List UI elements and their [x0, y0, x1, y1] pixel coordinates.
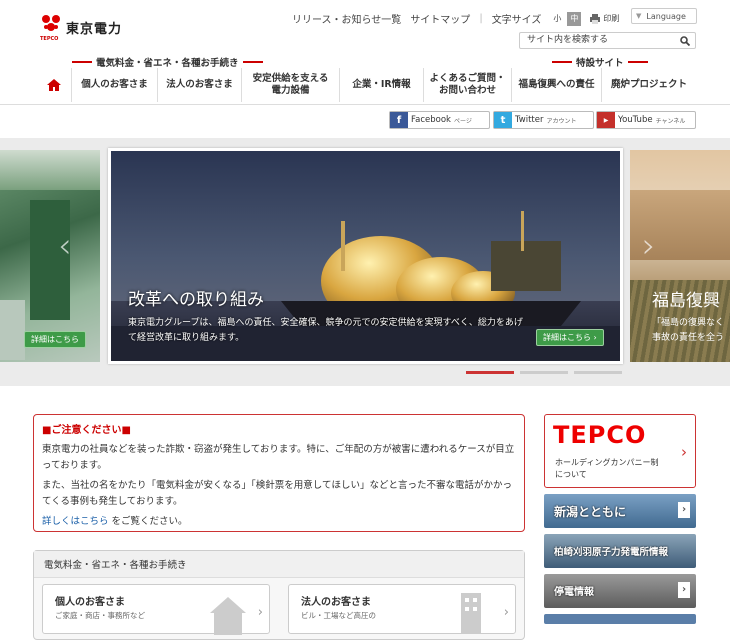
slider-dot[interactable] [466, 371, 514, 374]
print-label: 印刷 [603, 14, 620, 23]
search-icon[interactable] [680, 36, 690, 46]
home-icon [46, 79, 61, 91]
banner-label: 柏崎刈羽原子力発電所情報 [554, 547, 669, 558]
nav-fukushima[interactable]: 福島復興への責任 [512, 68, 602, 102]
twitter-label: Twitter [515, 115, 544, 125]
chevron-right-icon: › [257, 605, 263, 620]
divider: | [479, 13, 483, 24]
slide-next-title: 福島復興 [652, 291, 720, 311]
main-nav: 個人のお客さま 法人のお客さま 安定供給を支える 電力設備 企業・IR情報 よく… [36, 68, 696, 102]
notice-text: また、当社の名をかたり「電気料金が安くなる」「検針票を用意してほしい」などと言っ… [42, 480, 512, 507]
language-label: Language [646, 11, 686, 21]
nav-facilities[interactable]: 安定供給を支える 電力設備 [242, 68, 340, 102]
print-button[interactable]: 印刷 [590, 13, 619, 24]
tepco-wordmark: TEPCO [553, 421, 647, 449]
search-placeholder: サイト内を検索する [527, 35, 609, 45]
print-icon [590, 13, 601, 24]
kashiwazaki-banner[interactable]: 柏崎刈羽原子力発電所情報 [544, 534, 696, 568]
utility-links: リリース・お知らせ一覧 サイトマップ | 文字サイズ 小 中 印刷 [292, 11, 619, 26]
card-subtitle: ビル・工場など高圧の [301, 611, 376, 620]
twitter-button[interactable]: t Twitter アカウント [493, 111, 594, 129]
notice-text: 東京電力の社員などを装った詐欺・窃盗が発生しております。特に、ご年配の方が被害に… [42, 444, 515, 471]
facebook-sub: ページ [453, 117, 472, 125]
tepco-holding-banner[interactable]: TEPCO ホールディングカンパニー制 について › [544, 414, 696, 488]
youtube-icon: ▶ [597, 112, 615, 128]
building-icon [461, 593, 481, 633]
personal-customer-card[interactable]: 個人のお客さま ご家庭・商店・事務所など › [42, 584, 270, 635]
text-size-switch: 小 中 [550, 11, 582, 26]
facebook-icon: f [390, 112, 408, 128]
slide-description: 東京電力グループは、福島への責任、安全確保、競争の元での安定供給を実現すべく、総… [128, 318, 523, 343]
slider-dot[interactable] [574, 371, 622, 374]
nav-personal[interactable]: 個人のお客さま [72, 68, 158, 102]
slide-detail-button[interactable]: 詳細はこちら › [536, 329, 604, 346]
youtube-sub: チャンネル [655, 117, 686, 125]
nav-home[interactable] [36, 68, 72, 102]
facebook-label: Facebook [411, 115, 451, 125]
facebook-button[interactable]: f Facebook ページ [389, 111, 490, 129]
outage-info-banner[interactable]: 停電情報 › [544, 574, 696, 608]
chevron-left-icon[interactable]: ‹ [58, 226, 72, 266]
nav-corporate[interactable]: 法人のお客さま [158, 68, 242, 102]
house-icon [210, 597, 246, 635]
twitter-sub: アカウント [546, 117, 577, 125]
niigata-banner[interactable]: 新潟とともに › [544, 494, 696, 528]
notice-suffix: をご覧ください。 [111, 516, 188, 527]
slider-dot[interactable] [520, 371, 568, 374]
tepco-logo-icon[interactable] [40, 14, 62, 38]
chevron-right-icon[interactable]: › [642, 226, 656, 266]
nav-ir[interactable]: 企業・IR情報 [340, 68, 424, 102]
banner-label: 停電情報 [554, 587, 594, 598]
youtube-button[interactable]: ▶ YouTube チャンネル [596, 111, 696, 129]
panel-title: 電気料金・省エネ・各種お手続き [34, 551, 524, 578]
size-small-button[interactable]: 小 [550, 12, 564, 26]
category-label-services: 電気料金・省エネ・各種お手続き [68, 55, 267, 69]
nav-decommissioning[interactable]: 廃炉プロジェクト [602, 68, 696, 102]
nav-faq[interactable]: よくあるご質問・ お問い合わせ [424, 68, 512, 102]
sitemap-link[interactable]: サイトマップ [410, 11, 470, 26]
divider [0, 104, 730, 105]
card-subtitle: ご家庭・商店・事務所など [55, 611, 145, 620]
slide-title: 改革への取り組み [128, 290, 264, 310]
text-size-label: 文字サイズ [491, 15, 542, 26]
notice-box: ■ご注意ください■ 東京電力の社員などを装った詐欺・窃盗が発生しております。特に… [33, 414, 525, 532]
release-link[interactable]: リリース・お知らせ一覧 [292, 11, 401, 26]
category-label-special-sites: 特設サイト [548, 55, 652, 69]
slide-prev-detail-button[interactable]: 詳細はこちら [24, 331, 86, 348]
slider-pagination [466, 371, 622, 374]
chevron-right-icon: › [681, 443, 687, 461]
size-mid-button[interactable]: 中 [567, 11, 582, 26]
corporate-customer-card[interactable]: 法人のお客さま ビル・工場など高圧の › [288, 584, 516, 634]
banner-label: 新潟とともに [554, 505, 627, 519]
notice-title: ■ご注意ください■ [42, 425, 131, 436]
chevron-right-icon: › [503, 605, 509, 620]
tepco-banner-text: ホールディングカンパニー制 について [555, 458, 659, 479]
slide-next-description: 「福島の復興なく 事故の責任を全う [652, 318, 725, 343]
youtube-label: YouTube [618, 115, 653, 125]
brand-sub: TEPCO [40, 36, 59, 42]
chevron-down-icon: ▼ [636, 12, 642, 20]
chevron-right-icon: › [678, 502, 690, 518]
search-input[interactable]: サイト内を検索する [519, 32, 696, 49]
chevron-right-icon: › [678, 582, 690, 598]
notice-detail-link[interactable]: 詳しくはこちら [42, 516, 109, 527]
language-button[interactable]: ▼ Language [631, 8, 697, 24]
twitter-icon: t [494, 112, 512, 128]
extra-banner[interactable] [544, 614, 696, 624]
brand-name[interactable]: 東京電力 [66, 18, 122, 37]
